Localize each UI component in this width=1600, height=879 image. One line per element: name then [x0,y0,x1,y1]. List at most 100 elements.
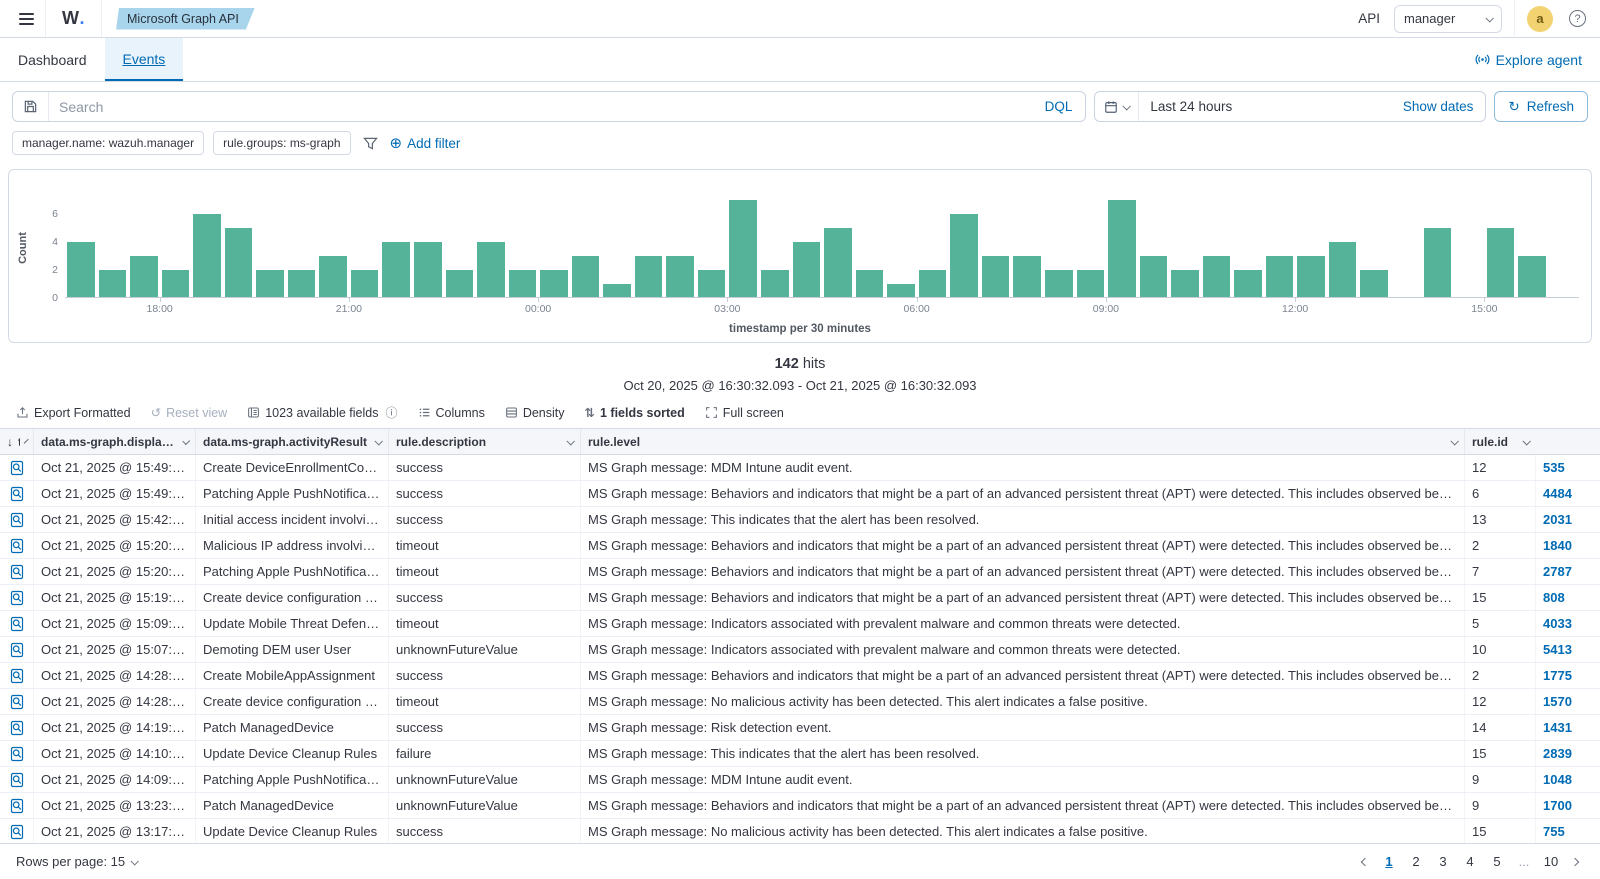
chart-bar[interactable] [1234,270,1262,298]
help-icon[interactable]: ? [1569,10,1586,27]
rule-id-cell[interactable]: 1570 [1536,689,1600,714]
chart-bar[interactable] [351,270,379,298]
expand-document-button[interactable] [0,715,34,740]
chart-bar[interactable] [540,270,568,298]
chart-bar[interactable] [319,256,347,298]
chart-bar[interactable] [1360,270,1388,298]
chart-bar[interactable] [193,214,221,298]
chart-bar[interactable] [382,242,410,298]
chart-bar[interactable] [1013,256,1041,298]
rule-id-cell[interactable]: 808 [1536,585,1600,610]
chart-bar[interactable] [824,228,852,298]
expand-document-button[interactable] [0,559,34,584]
chart-bar[interactable] [887,284,915,298]
chart-bar[interactable] [67,242,95,298]
avatar[interactable]: a [1527,6,1553,32]
expand-document-button[interactable] [0,585,34,610]
available-fields-button[interactable]: 1023 available fields ⓘ [247,404,397,421]
reset-view-button[interactable]: ↺ Reset view [151,405,228,420]
chart-bar[interactable] [1045,270,1073,298]
export-formatted-button[interactable]: Export Formatted [16,406,131,420]
chart-bar[interactable] [603,284,631,298]
page-button[interactable]: 5 [1485,850,1509,874]
page-button[interactable]: 3 [1431,850,1455,874]
page-button[interactable]: 2 [1404,850,1428,874]
column-header-id[interactable]: rule.id [1465,429,1536,454]
chart-bar[interactable] [162,270,190,298]
page-button[interactable]: 4 [1458,850,1482,874]
chart-bar[interactable] [1108,200,1136,298]
chart-bar[interactable] [761,270,789,298]
menu-icon[interactable] [8,0,46,37]
rule-id-link[interactable]: 1700 [1543,798,1572,813]
rule-id-cell[interactable]: 2787 [1536,559,1600,584]
rule-id-link[interactable]: 1570 [1543,694,1572,709]
column-header-timestamp[interactable]: ↓timestamp [0,429,34,454]
chart-bar[interactable] [729,200,757,298]
chart-bar[interactable] [950,214,978,298]
breadcrumb[interactable]: Microsoft Graph API [116,8,255,30]
expand-document-button[interactable] [0,767,34,792]
expand-document-button[interactable] [0,611,34,636]
expand-document-button[interactable] [0,793,34,818]
rule-id-link[interactable]: 808 [1543,590,1565,605]
chart-bar[interactable] [1487,228,1515,298]
chart-bar[interactable] [288,270,316,298]
chart-bar[interactable] [1171,270,1199,298]
previous-page-button[interactable] [1356,859,1374,865]
time-range-value[interactable]: Last 24 hours [1139,99,1402,114]
rule-id-link[interactable]: 4033 [1543,616,1572,631]
rule-id-link[interactable]: 1431 [1543,720,1572,735]
rule-id-link[interactable]: 755 [1543,824,1565,839]
chart-bar[interactable] [1077,270,1105,298]
rule-id-link[interactable]: 535 [1543,460,1565,475]
chart-bar[interactable] [99,270,127,298]
rule-id-cell[interactable]: 1775 [1536,663,1600,688]
rule-id-cell[interactable]: 1840 [1536,533,1600,558]
add-filter-button[interactable]: ⊕ Add filter [390,136,461,151]
expand-document-button[interactable] [0,481,34,506]
chart-bar[interactable] [793,242,821,298]
expand-document-button[interactable] [0,663,34,688]
rule-id-link[interactable]: 4484 [1543,486,1572,501]
search-input[interactable] [49,99,1032,115]
rule-id-cell[interactable]: 1431 [1536,715,1600,740]
chart-bar[interactable] [982,256,1010,298]
rule-id-link[interactable]: 5413 [1543,642,1572,657]
column-header-description[interactable]: rule.description [389,429,581,454]
chart-bar[interactable] [477,242,505,298]
chart-bar[interactable] [256,270,284,298]
expand-document-button[interactable] [0,455,34,480]
chart-bar[interactable] [414,242,442,298]
chart-bar[interactable] [919,270,947,298]
page-button[interactable]: 1 [1377,850,1401,874]
chart-bar[interactable] [509,270,537,298]
expand-document-button[interactable] [0,819,34,843]
rule-id-cell[interactable]: 2839 [1536,741,1600,766]
expand-document-button[interactable] [0,533,34,558]
query-language-button[interactable]: DQL [1032,99,1086,114]
column-header-level[interactable]: rule.level [581,429,1465,454]
rule-id-cell[interactable]: 1048 [1536,767,1600,792]
show-dates-link[interactable]: Show dates [1403,99,1486,114]
refresh-button[interactable]: ↻ Refresh [1494,91,1588,122]
rule-id-cell[interactable]: 535 [1536,455,1600,480]
saved-query-icon[interactable] [13,92,49,121]
tab-events[interactable]: Events [105,38,184,81]
rule-id-link[interactable]: 1048 [1543,772,1572,787]
expand-document-button[interactable] [0,507,34,532]
rule-id-link[interactable]: 1775 [1543,668,1572,683]
rule-id-cell[interactable]: 755 [1536,819,1600,843]
chart-bar[interactable] [856,270,884,298]
filter-pill[interactable]: manager.name: wazuh.manager [12,131,204,155]
chart-bar[interactable] [1329,242,1357,298]
rule-id-link[interactable]: 2031 [1543,512,1572,527]
rule-id-cell[interactable]: 1700 [1536,793,1600,818]
rule-id-link[interactable]: 2787 [1543,564,1572,579]
wazuh-logo[interactable]: W. [46,0,102,37]
chart-bar[interactable] [1424,228,1452,298]
chart-bar[interactable] [446,270,474,298]
column-header-activity_result[interactable]: data.ms-graph.activityResult [196,429,389,454]
chart-bar[interactable] [1266,256,1294,298]
chart-bar[interactable] [572,256,600,298]
